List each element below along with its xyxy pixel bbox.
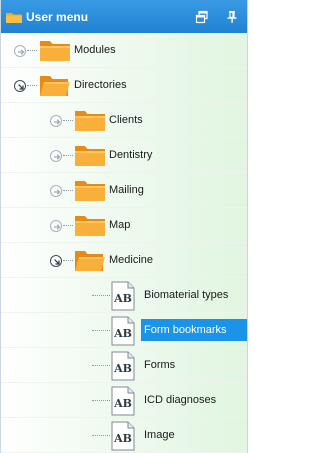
folder-icon xyxy=(74,108,106,132)
tree-node-label: Dentistry xyxy=(109,149,153,161)
form-icon-text: AB xyxy=(113,362,132,375)
tree-node-biomaterial-types[interactable]: AB Biomaterial types xyxy=(1,278,247,313)
expand-arrow-icon[interactable] xyxy=(50,115,62,127)
tree-connector-line xyxy=(92,400,110,401)
panel-header: User menu xyxy=(1,0,247,33)
menu-tree: Modules Directories Clients Dentistry Ma… xyxy=(1,33,247,453)
tree-connector-line xyxy=(92,365,110,366)
form-document-icon: AB xyxy=(111,316,135,346)
tree-connector-line xyxy=(92,330,110,331)
form-icon-text: AB xyxy=(113,327,132,340)
tree-node-label: ICD diagnoses xyxy=(144,394,217,406)
tree-node-clients[interactable]: Clients xyxy=(1,103,247,138)
tree-connector-line xyxy=(92,435,110,436)
tree-node-modules[interactable]: Modules xyxy=(1,33,247,68)
folder-icon xyxy=(74,213,106,237)
tree-node-label: Clients xyxy=(109,114,143,126)
tree-node-map[interactable]: Map xyxy=(1,208,247,243)
tree-node-label-selected: Form bookmarks xyxy=(141,319,247,341)
expand-arrow-icon[interactable] xyxy=(50,150,62,162)
tree-node-directories[interactable]: Directories xyxy=(1,68,247,103)
tree-connector-line xyxy=(27,50,37,51)
tree-node-label: Modules xyxy=(74,44,116,56)
tree-connector-line xyxy=(63,260,73,261)
tree-connector-line xyxy=(63,190,73,191)
tree-node-label: Map xyxy=(109,219,131,231)
expand-arrow-icon[interactable] xyxy=(14,45,26,57)
tree-node-label: Mailing xyxy=(109,184,144,196)
collapse-arrow-icon[interactable] xyxy=(50,255,62,267)
folder-icon xyxy=(74,143,106,167)
form-icon-text: AB xyxy=(113,292,132,305)
folder-icon xyxy=(39,38,71,62)
tree-node-medicine[interactable]: Medicine xyxy=(1,243,247,278)
tree-connector-line xyxy=(27,85,37,86)
tree-node-label: Directories xyxy=(74,79,127,91)
restore-window-icon[interactable] xyxy=(195,10,209,24)
tree-connector-line xyxy=(92,295,110,296)
tree-node-icd-diagnoses[interactable]: AB ICD diagnoses xyxy=(1,383,247,418)
tree-node-label: Medicine xyxy=(109,254,154,266)
form-document-icon: AB xyxy=(111,421,135,451)
form-icon-text: AB xyxy=(113,397,132,410)
form-document-icon: AB xyxy=(111,281,135,311)
form-document-icon: AB xyxy=(111,351,135,381)
open-folder-icon xyxy=(74,248,106,272)
tree-node-dentistry[interactable]: Dentistry xyxy=(1,138,247,173)
tree-node-forms[interactable]: AB Forms xyxy=(1,348,247,383)
tree-connector-line xyxy=(63,225,73,226)
expand-arrow-icon[interactable] xyxy=(50,220,62,232)
tree-connector-line xyxy=(63,120,73,121)
tree-node-form-bookmarks[interactable]: AB Form bookmarks xyxy=(1,313,247,348)
tree-node-mailing[interactable]: Mailing xyxy=(1,173,247,208)
panel-title: User menu xyxy=(26,10,89,24)
tree-node-label: Image xyxy=(144,429,175,441)
tree-node-label: Biomaterial types xyxy=(144,289,229,301)
form-document-icon: AB xyxy=(111,386,135,416)
tree-node-image[interactable]: AB Image xyxy=(1,418,247,453)
collapse-arrow-icon[interactable] xyxy=(14,80,26,92)
pin-icon[interactable] xyxy=(225,10,239,24)
folder-icon xyxy=(74,178,106,202)
form-icon-text: AB xyxy=(113,432,132,445)
open-folder-icon xyxy=(39,73,71,97)
tree-node-label: Forms xyxy=(144,359,176,371)
tree-connector-line xyxy=(63,155,73,156)
folder-icon xyxy=(6,12,22,26)
expand-arrow-icon[interactable] xyxy=(50,185,62,197)
user-menu-panel: User menu Modules Directories Clients De… xyxy=(0,0,248,453)
